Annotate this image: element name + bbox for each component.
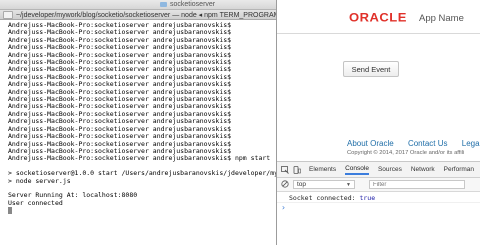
inspect-element-icon[interactable]	[281, 165, 289, 174]
browser-window: ORACLE App Name Send Event About Oracle …	[276, 0, 480, 246]
tab-console[interactable]: Console	[345, 165, 369, 175]
console-log-value: true	[359, 194, 376, 202]
terminal-tab-title: socketioserver	[170, 1, 216, 8]
terminal-line: > node server.js	[8, 176, 71, 185]
context-select[interactable]: top ▼	[293, 180, 355, 189]
terminal-line: User connected	[8, 198, 63, 207]
context-value: top	[297, 181, 307, 188]
terminal-path-title: ~/jdeveloper/mywork/blog/socketio/socket…	[16, 11, 276, 19]
footer-links: About Oracle Contact Us Legal N	[347, 139, 480, 148]
terminal-titlebar: socketioserver	[0, 0, 276, 10]
legal-notices-link[interactable]: Legal N	[462, 139, 480, 148]
send-event-button[interactable]: Send Event	[343, 61, 399, 77]
console-prompt-icon[interactable]: ›	[281, 203, 286, 212]
clear-console-icon[interactable]	[281, 180, 289, 188]
devtools-tabbar: Elements Console Sources Network Perform…	[277, 162, 480, 178]
page-body: Send Event	[277, 34, 480, 135]
tab-sources[interactable]: Sources	[378, 166, 402, 173]
console-row-divider	[277, 202, 480, 203]
terminal-output[interactable]: Andrejuss-MacBook-Pro:socketioserver and…	[8, 21, 276, 216]
terminal-tab[interactable]: socketioserver	[160, 0, 215, 9]
console-output[interactable]: Socket connected: true ›	[277, 192, 480, 246]
terminal-cursor	[8, 207, 276, 215]
tab-elements[interactable]: Elements	[309, 166, 336, 173]
terminal-sidebar-button[interactable]	[3, 10, 13, 19]
console-filter-bar: top ▼	[277, 178, 480, 192]
chevron-down-icon: ▼	[346, 181, 351, 188]
tab-network[interactable]: Network	[411, 166, 435, 173]
copyright-text: Copyright © 2014, 2017 Oracle and/or its…	[347, 150, 465, 156]
device-toolbar-icon[interactable]	[293, 165, 301, 174]
app-footer: About Oracle Contact Us Legal N Copyrigh…	[277, 135, 480, 161]
app-header: ORACLE App Name	[277, 0, 480, 34]
terminal-line: Andrejuss-MacBook-Pro:socketioserver and…	[8, 154, 271, 163]
oracle-logo: ORACLE	[349, 10, 407, 25]
terminal-path-bar: ~/jdeveloper/mywork/blog/socketio/socket…	[0, 10, 276, 20]
folder-icon	[160, 2, 167, 7]
console-log-message: Socket connected: true	[289, 194, 375, 202]
tab-performance[interactable]: Performan	[444, 166, 474, 173]
console-filter-input[interactable]	[369, 180, 465, 189]
terminal-window: socketioserver ~/jdeveloper/mywork/blog/…	[0, 0, 276, 245]
contact-us-link[interactable]: Contact Us	[408, 139, 448, 148]
console-log-text: Socket connected:	[289, 194, 356, 202]
about-oracle-link[interactable]: About Oracle	[347, 139, 394, 148]
devtools-panel: Elements Console Sources Network Perform…	[277, 161, 480, 246]
app-name: App Name	[419, 13, 464, 24]
